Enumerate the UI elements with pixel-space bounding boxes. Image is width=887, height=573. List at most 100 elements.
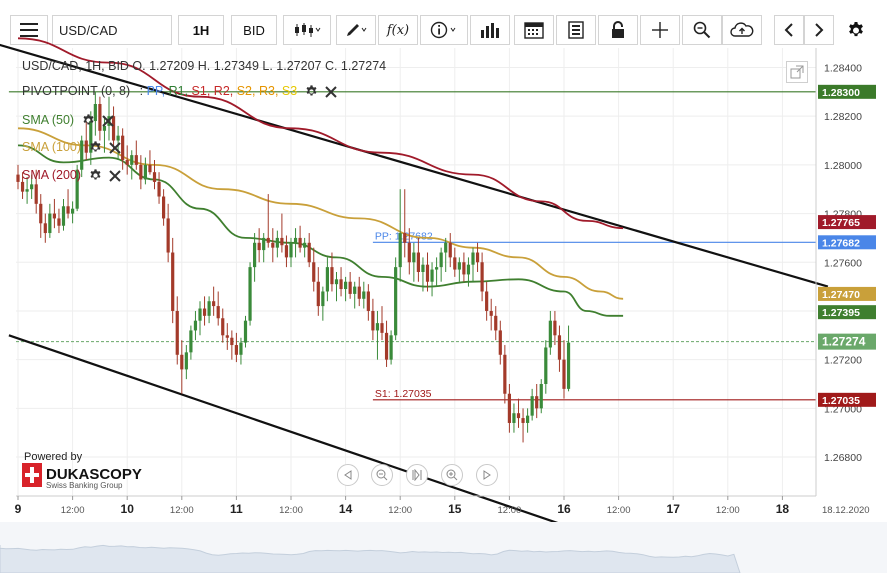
pivot-settings-icon[interactable] (305, 85, 318, 98)
candle-body (125, 160, 129, 165)
nav-zoom-out-button[interactable] (371, 464, 393, 486)
powered-by-text: Powered by (24, 451, 83, 463)
y-tick-label: 1.27600 (824, 257, 862, 269)
logo-tagline: Swiss Banking Group (46, 481, 123, 490)
candle-body (548, 320, 552, 348)
candle-body (139, 164, 143, 180)
candle-body (303, 242, 307, 248)
candle-body (16, 174, 20, 182)
sma200-remove-icon[interactable] (109, 169, 121, 182)
candle-body (430, 269, 434, 282)
candle-body (189, 330, 193, 353)
nav-zoom-in-button[interactable] (441, 464, 463, 486)
sma100-remove-icon[interactable] (109, 141, 121, 154)
candle-body (362, 291, 366, 299)
level-label-s1: S1: 1.27035 (375, 388, 432, 400)
candle-body (348, 281, 352, 294)
candle-body (230, 337, 234, 346)
candle-body (539, 384, 543, 409)
pivot-legend-name: PIVOTPOINT (0, 8) (22, 84, 131, 98)
price-tag-label: 1.27035 (822, 395, 860, 407)
candle-body (330, 267, 334, 285)
candle-body (307, 242, 311, 263)
candle-body (212, 301, 216, 307)
sma50-legend-name: SMA (50) (22, 113, 75, 127)
candle-body (394, 267, 398, 336)
candle-body (298, 237, 302, 248)
price-tag-label: 1.27274 (822, 335, 866, 349)
x-tick-label: 10 (121, 502, 135, 516)
candle-body (171, 252, 175, 311)
candle-body (312, 262, 316, 282)
sma50-settings-icon[interactable] (82, 114, 95, 127)
pivot-legend-item: PP, (146, 84, 166, 98)
candle-body (462, 262, 466, 275)
sma200-legend: SMA (200) (22, 168, 121, 182)
nav-forward-button[interactable] (476, 464, 498, 486)
price-tag-label: 1.27395 (822, 307, 860, 319)
candle-body (416, 252, 420, 272)
sma50-remove-icon[interactable] (102, 114, 114, 127)
candle-body (521, 418, 525, 423)
candle-body (489, 310, 493, 316)
nav-reset-button[interactable] (406, 464, 428, 486)
candle-body (162, 196, 166, 219)
candle (389, 330, 393, 365)
candle-body (166, 218, 170, 253)
candle-body (43, 223, 47, 234)
candle-body (253, 242, 257, 268)
candle-body (544, 347, 548, 384)
candle-body (30, 184, 34, 190)
price-tag-label: 1.27765 (822, 217, 860, 229)
candle-body (57, 218, 61, 226)
candle-body (175, 310, 179, 355)
candle (539, 379, 543, 414)
pivot-legend-item: S1, (188, 84, 211, 98)
candle-body (425, 264, 430, 282)
candle-body (516, 413, 521, 419)
sma100-settings-icon[interactable] (89, 141, 102, 154)
candle-body (380, 323, 384, 333)
candle-body (435, 267, 439, 270)
candle-body (471, 252, 475, 265)
candle-body (198, 308, 202, 321)
candle-body (535, 396, 539, 409)
candle-body (34, 184, 38, 204)
x-tick-label: 15 (448, 502, 462, 516)
x-tick-label: 18 (776, 502, 790, 516)
candle-body (216, 306, 220, 319)
x-tick-label: 18.12.2020 (822, 505, 870, 516)
nav-back-button[interactable] (337, 464, 359, 486)
pivot-remove-icon[interactable] (325, 85, 337, 98)
candle-body (316, 281, 320, 307)
pivot-legend-items: PP, R1, S1, R2, S2, R3, S3 (147, 84, 298, 98)
reset-icon (412, 469, 422, 481)
candle-body (257, 242, 261, 251)
pivot-legend-item: R3, (255, 84, 279, 98)
x-tick-label: 14 (339, 502, 353, 516)
price-tag-label: 1.28300 (822, 87, 860, 99)
triangle-right-icon (483, 470, 491, 480)
candle-body (39, 203, 43, 224)
candle-body (66, 206, 70, 214)
x-tick-label: 12:00 (716, 505, 740, 516)
candle-body (207, 301, 211, 316)
sma200-settings-icon[interactable] (89, 169, 102, 182)
candle-body (403, 233, 407, 243)
pivot-legend-item: R2, (210, 84, 234, 98)
candle (248, 262, 252, 326)
y-tick-label: 1.28400 (824, 62, 862, 74)
candle-body (321, 291, 325, 307)
plot-background (16, 48, 816, 496)
price-tag-label: 1.27470 (822, 289, 860, 301)
candle-body (398, 233, 402, 268)
navigator[interactable] (0, 522, 887, 573)
candle-body (239, 342, 243, 355)
candle-body (503, 354, 507, 394)
pivot-legend-item: S3 (278, 84, 298, 98)
candle-body (325, 267, 329, 292)
candle-body (266, 237, 270, 243)
candle-body (61, 206, 66, 226)
pivot-legend-sep: : (139, 84, 144, 98)
fullscreen-button[interactable] (786, 61, 808, 83)
